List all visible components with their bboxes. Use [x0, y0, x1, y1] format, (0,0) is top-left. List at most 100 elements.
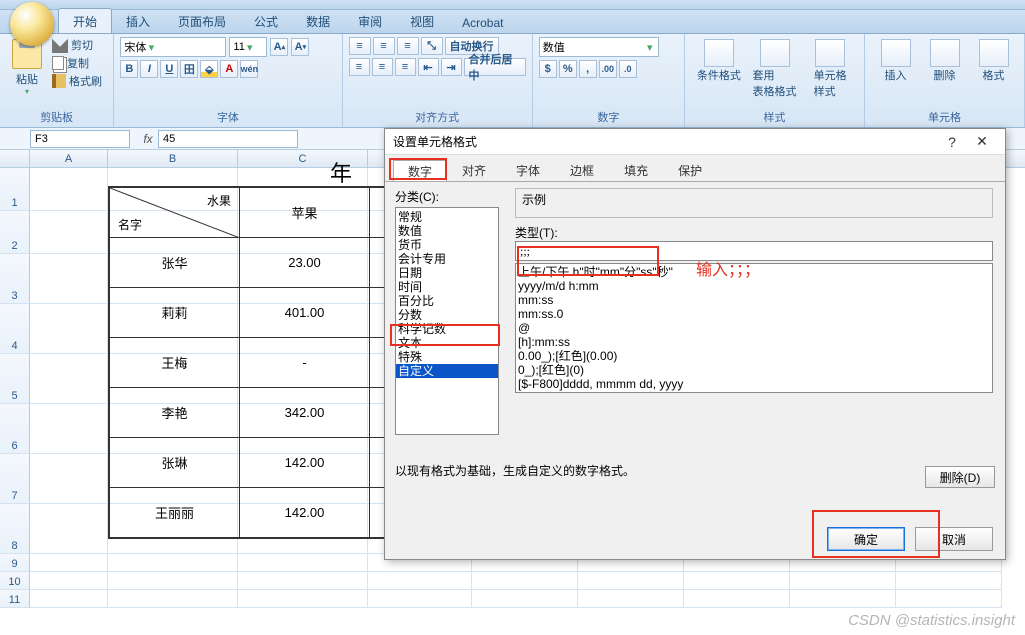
align-top[interactable]: ≡: [349, 37, 371, 55]
category-item[interactable]: 文本: [396, 336, 498, 350]
office-button[interactable]: [10, 2, 54, 46]
accounting-button[interactable]: $: [539, 60, 557, 78]
category-item[interactable]: 时间: [396, 280, 498, 294]
font-color-button[interactable]: A: [220, 60, 238, 78]
dialog-tab-1[interactable]: 对齐: [447, 159, 501, 181]
dialog-tab-3[interactable]: 边框: [555, 159, 609, 181]
align-left[interactable]: ≡: [349, 58, 370, 76]
row-header-7[interactable]: 7: [0, 454, 30, 504]
font-name-combo[interactable]: 宋体▾: [120, 37, 226, 57]
ribbon-tab-1[interactable]: 插入: [112, 9, 164, 33]
row-header-11[interactable]: 11: [0, 590, 30, 608]
dialog-tab-5[interactable]: 保护: [663, 159, 717, 181]
column-header-B[interactable]: B: [108, 150, 238, 167]
type-label: 类型(T):: [515, 224, 993, 241]
comma-button[interactable]: ,: [579, 60, 597, 78]
type-list-item[interactable]: yyyy/m/d h:mm: [518, 279, 990, 293]
ribbon-tab-6[interactable]: 视图: [396, 9, 448, 33]
inc-decimal[interactable]: .00: [599, 60, 617, 78]
phonetic-button[interactable]: wén: [240, 60, 258, 78]
delete-cells-button[interactable]: 删除: [920, 37, 969, 83]
indent-dec[interactable]: ⇤: [418, 58, 439, 76]
type-list-item[interactable]: 0.00_);[红色](0.00): [518, 349, 990, 363]
row-header-3[interactable]: 3: [0, 254, 30, 304]
merge-button[interactable]: 合并后居中: [464, 58, 526, 76]
row-header-8[interactable]: 8: [0, 504, 30, 554]
font-size-combo[interactable]: 11▾: [229, 37, 267, 57]
category-item[interactable]: 货币: [396, 238, 498, 252]
category-item[interactable]: 会计专用: [396, 252, 498, 266]
shrink-font-button[interactable]: A▾: [291, 38, 309, 56]
category-item[interactable]: 日期: [396, 266, 498, 280]
ok-button[interactable]: 确定: [827, 527, 905, 551]
bold-button[interactable]: B: [120, 60, 138, 78]
ribbon-tab-7[interactable]: Acrobat: [448, 12, 517, 33]
sample-box: 示例: [515, 188, 993, 218]
category-item[interactable]: 特殊: [396, 350, 498, 364]
close-button[interactable]: ✕: [967, 133, 997, 150]
table-format-button[interactable]: 套用 表格格式: [747, 37, 803, 99]
cut-button[interactable]: 剪切: [52, 37, 102, 53]
row-header-5[interactable]: 5: [0, 354, 30, 404]
format-painter-button[interactable]: 格式刷: [52, 73, 102, 89]
dialog-tab-4[interactable]: 填充: [609, 159, 663, 181]
align-bottom[interactable]: ≡: [397, 37, 419, 55]
type-list-item[interactable]: @: [518, 321, 990, 335]
row-header-9[interactable]: 9: [0, 554, 30, 572]
ribbon-tab-3[interactable]: 公式: [240, 9, 292, 33]
category-item[interactable]: 百分比: [396, 294, 498, 308]
dialog-tab-2[interactable]: 字体: [501, 159, 555, 181]
border-button[interactable]: 田: [180, 60, 198, 78]
type-list-item[interactable]: 0_);[红色](0): [518, 363, 990, 377]
copy-button[interactable]: 复制: [52, 55, 102, 71]
category-list[interactable]: 常规数值货币会计专用日期时间百分比分数科学记数文本特殊自定义: [395, 207, 499, 435]
name-box[interactable]: [30, 130, 130, 148]
help-button[interactable]: ?: [937, 134, 967, 150]
align-middle[interactable]: ≡: [373, 37, 395, 55]
ribbon-tab-5[interactable]: 审阅: [344, 9, 396, 33]
row-header-6[interactable]: 6: [0, 404, 30, 454]
copy-icon: [52, 56, 64, 70]
italic-button[interactable]: I: [140, 60, 158, 78]
ribbon-tabs: 开始插入页面布局公式数据审阅视图Acrobat: [0, 10, 1025, 34]
category-item[interactable]: 科学记数: [396, 322, 498, 336]
fx-icon[interactable]: fx: [138, 132, 158, 146]
column-header-A[interactable]: A: [30, 150, 108, 167]
conditional-format-button[interactable]: 条件格式: [691, 37, 747, 99]
category-item[interactable]: 分数: [396, 308, 498, 322]
percent-button[interactable]: %: [559, 60, 577, 78]
delete-button[interactable]: 删除(D): [925, 466, 995, 488]
type-list-item[interactable]: mm:ss: [518, 293, 990, 307]
cell-styles-button[interactable]: 单元格 样式: [802, 37, 858, 99]
paste-button[interactable]: 粘贴 ▾: [6, 37, 48, 108]
orientation[interactable]: ⤡: [421, 37, 443, 55]
type-list-item[interactable]: mm:ss.0: [518, 307, 990, 321]
dialog-tab-0[interactable]: 数字: [393, 160, 447, 182]
align-right[interactable]: ≡: [395, 58, 416, 76]
type-list-item[interactable]: [h]:mm:ss: [518, 335, 990, 349]
underline-button[interactable]: U: [160, 60, 178, 78]
row-header-2[interactable]: 2: [0, 211, 30, 254]
row-header-10[interactable]: 10: [0, 572, 30, 590]
type-list[interactable]: 上午/下午 h"时"mm"分"ss"秒"yyyy/m/d h:mmmm:ssmm…: [515, 263, 993, 393]
insert-cells-button[interactable]: 插入: [871, 37, 920, 83]
row-header-4[interactable]: 4: [0, 304, 30, 354]
format-cells-button[interactable]: 格式: [969, 37, 1018, 83]
ribbon-tab-0[interactable]: 开始: [58, 8, 112, 33]
number-format-combo[interactable]: 数值▾: [539, 37, 659, 57]
fill-color-button[interactable]: ⬙: [200, 60, 218, 78]
align-center[interactable]: ≡: [372, 58, 393, 76]
type-list-item[interactable]: [DBNum2][$-804]G/通用格式: [518, 391, 990, 393]
formula-input[interactable]: [158, 130, 298, 148]
cancel-button[interactable]: 取消: [915, 527, 993, 551]
row-header-1[interactable]: 1: [0, 168, 30, 211]
type-list-item[interactable]: [$-F800]dddd, mmmm dd, yyyy: [518, 377, 990, 391]
grow-font-button[interactable]: A▴: [270, 38, 288, 56]
category-item[interactable]: 自定义: [396, 364, 498, 378]
category-item[interactable]: 常规: [396, 210, 498, 224]
indent-inc[interactable]: ⇥: [441, 58, 462, 76]
ribbon-tab-4[interactable]: 数据: [292, 9, 344, 33]
category-item[interactable]: 数值: [396, 224, 498, 238]
ribbon-tab-2[interactable]: 页面布局: [164, 9, 240, 33]
dec-decimal[interactable]: .0: [619, 60, 637, 78]
